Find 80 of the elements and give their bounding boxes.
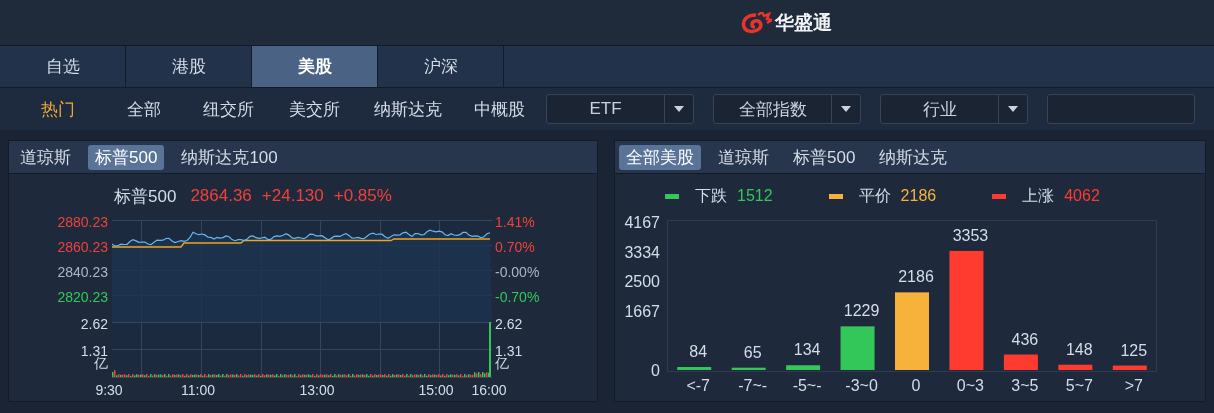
bar-value-label: 1229 bbox=[842, 302, 881, 321]
volume-tick-label: 2.62 bbox=[80, 316, 108, 332]
y-axis-label: 4167 bbox=[624, 214, 660, 232]
time-axis-label: 11:00 bbox=[181, 382, 215, 398]
price-tick-label: 2860.23 bbox=[57, 239, 108, 255]
legend-label: 下跌 bbox=[695, 185, 727, 206]
caret-icon bbox=[1008, 106, 1019, 112]
price-tick-label: 2840.23 bbox=[57, 264, 108, 280]
y-axis-label: 0 bbox=[651, 362, 660, 380]
x-axis-label: 0~3 bbox=[955, 377, 985, 395]
percent-tick-label: -0.70% bbox=[495, 289, 540, 305]
time-axis-label: 9:30 bbox=[95, 382, 123, 398]
bar bbox=[1058, 364, 1093, 370]
x-axis-label: 5~7 bbox=[1064, 377, 1094, 395]
panel-tab[interactable]: 道琼斯 bbox=[13, 144, 78, 170]
market-tab[interactable]: 自选 bbox=[0, 46, 126, 87]
x-axis-label: 3~5 bbox=[1010, 377, 1040, 395]
logo-icon bbox=[740, 11, 772, 34]
legend-count: 2186 bbox=[900, 187, 937, 205]
percent-tick-label: -0.00% bbox=[495, 264, 540, 280]
panel-tab[interactable]: 全部美股 bbox=[619, 144, 701, 170]
bar-value-label: 125 bbox=[1119, 341, 1149, 360]
percent-tick-label: 0.70% bbox=[495, 239, 535, 255]
x-axis-label: -5~- bbox=[791, 377, 823, 395]
bar-value-label: 84 bbox=[688, 343, 709, 361]
bar bbox=[840, 326, 875, 370]
y-axis-label: 2500 bbox=[624, 273, 660, 292]
filter-link[interactable]: 全部 bbox=[101, 97, 186, 121]
filter-link[interactable]: 热门 bbox=[16, 97, 101, 121]
filter-dropdown[interactable]: 全部指数 bbox=[713, 94, 862, 124]
bar-value-label: 134 bbox=[792, 341, 822, 360]
bar-value-label: 65 bbox=[742, 343, 763, 362]
filter-link[interactable]: 纽交所 bbox=[186, 97, 272, 121]
panel-tab[interactable]: 纳斯达克 bbox=[872, 144, 955, 170]
bar bbox=[1112, 365, 1147, 370]
bar bbox=[1003, 354, 1038, 370]
caret-icon bbox=[841, 106, 852, 112]
index-change: +24.130 bbox=[261, 186, 324, 206]
app-logo-text: 华盛通 bbox=[775, 10, 832, 35]
panel-tab[interactable]: 标普500 bbox=[786, 144, 863, 170]
filter-link[interactable]: 纳斯达克 bbox=[357, 97, 458, 121]
bar-value-label: 148 bbox=[1064, 340, 1094, 359]
time-axis-label: 16:00 bbox=[471, 382, 507, 398]
y-axis-label: 1667 bbox=[624, 302, 660, 321]
bar bbox=[677, 367, 712, 370]
panel-tab[interactable]: 纳斯达克100 bbox=[174, 144, 285, 170]
x-axis-label: -3~0 bbox=[844, 377, 879, 395]
time-axis-label: 15:00 bbox=[418, 382, 454, 398]
panel-tab[interactable]: 道琼斯 bbox=[711, 144, 776, 170]
bar-value-label: 436 bbox=[1010, 330, 1040, 349]
filter-dropdown[interactable]: ETF bbox=[546, 94, 695, 124]
legend-label: 平价 bbox=[858, 185, 891, 206]
filter-link[interactable]: 美交所 bbox=[272, 97, 357, 121]
legend-count: 1512 bbox=[737, 187, 773, 205]
time-axis-label: 13:00 bbox=[299, 382, 335, 398]
panel-tab[interactable]: 标普500 bbox=[88, 144, 165, 170]
percent-tick-label: 1.41% bbox=[495, 214, 535, 230]
x-axis-label: >7 bbox=[1123, 377, 1144, 395]
volume-tick-label: 2.62 bbox=[495, 316, 523, 332]
legend-count: 4062 bbox=[1064, 187, 1100, 205]
bar-value-label: 2186 bbox=[897, 268, 935, 287]
index-percent: +0.85% bbox=[333, 186, 392, 206]
filter-dropdown[interactable] bbox=[1047, 94, 1196, 124]
x-axis-label: 0 bbox=[910, 377, 922, 395]
bar-value-label: 3353 bbox=[951, 226, 990, 245]
market-tab[interactable]: 沪深 bbox=[378, 46, 504, 87]
bar bbox=[786, 365, 821, 370]
legend-label: 上涨 bbox=[1022, 185, 1055, 206]
y-axis-label: 3334 bbox=[624, 243, 660, 262]
index-name: 标普500 bbox=[114, 185, 177, 208]
caret-icon bbox=[674, 106, 685, 112]
market-tab[interactable]: 美股 bbox=[252, 46, 378, 87]
index-price: 2864.36 bbox=[190, 186, 252, 206]
filter-dropdown[interactable]: 行业 bbox=[880, 94, 1029, 124]
x-axis-label: -7~- bbox=[737, 377, 769, 395]
price-tick-label: 2820.23 bbox=[57, 289, 108, 305]
filter-link[interactable]: 中概股 bbox=[458, 97, 541, 121]
x-axis-label: <-7 bbox=[685, 377, 711, 395]
price-tick-label: 2880.23 bbox=[57, 214, 108, 230]
bar bbox=[731, 367, 766, 370]
